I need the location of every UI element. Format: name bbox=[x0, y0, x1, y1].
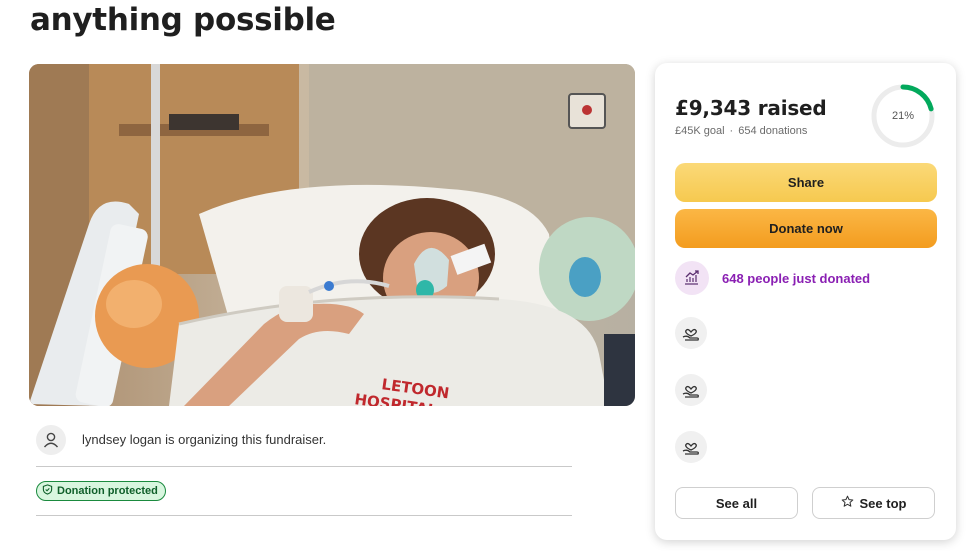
donate-now-button[interactable]: Donate now bbox=[675, 209, 937, 248]
recent-donations-text: 648 people just donated bbox=[722, 270, 871, 286]
heart-hand-icon bbox=[675, 431, 707, 463]
amount-raised: £9,343 raised bbox=[675, 96, 827, 120]
page-title: anything possible bbox=[30, 2, 336, 38]
shield-icon bbox=[42, 484, 53, 498]
see-top-label: See top bbox=[859, 495, 907, 511]
recent-donations-row[interactable]: 648 people just donated bbox=[675, 261, 870, 295]
organizer-text: lyndsey logan is organizing this fundrai… bbox=[82, 432, 327, 447]
see-all-label: See all bbox=[715, 495, 758, 511]
see-all-button[interactable]: See all bbox=[675, 487, 798, 519]
goal-summary: £45K goal · 654 donations bbox=[675, 125, 807, 137]
heart-hand-icon bbox=[675, 317, 707, 349]
separator-dot: · bbox=[729, 125, 734, 137]
fundraiser-cover-image: LETOON HOSPITAL bbox=[29, 64, 635, 406]
donation-count: 654 donations bbox=[738, 125, 808, 137]
trending-up-icon bbox=[675, 261, 709, 295]
progress-percent: 21% bbox=[891, 110, 915, 122]
organizer-row[interactable]: lyndsey logan is organizing this fundrai… bbox=[36, 421, 572, 467]
star-icon bbox=[841, 495, 854, 511]
donation-sidebar-card: £9,343 raised £45K goal · 654 donations 21… bbox=[655, 63, 956, 540]
donation-protection-row: Donation protected bbox=[36, 470, 572, 516]
goal-amount: £45K goal bbox=[675, 125, 725, 137]
donation-protected-badge[interactable]: Donation protected bbox=[36, 481, 166, 501]
badge-label: Donation protected bbox=[57, 485, 158, 497]
share-button[interactable]: Share bbox=[675, 163, 937, 202]
see-top-button[interactable]: See top bbox=[812, 487, 935, 519]
heart-hand-icon bbox=[675, 374, 707, 406]
person-icon bbox=[36, 424, 66, 455]
